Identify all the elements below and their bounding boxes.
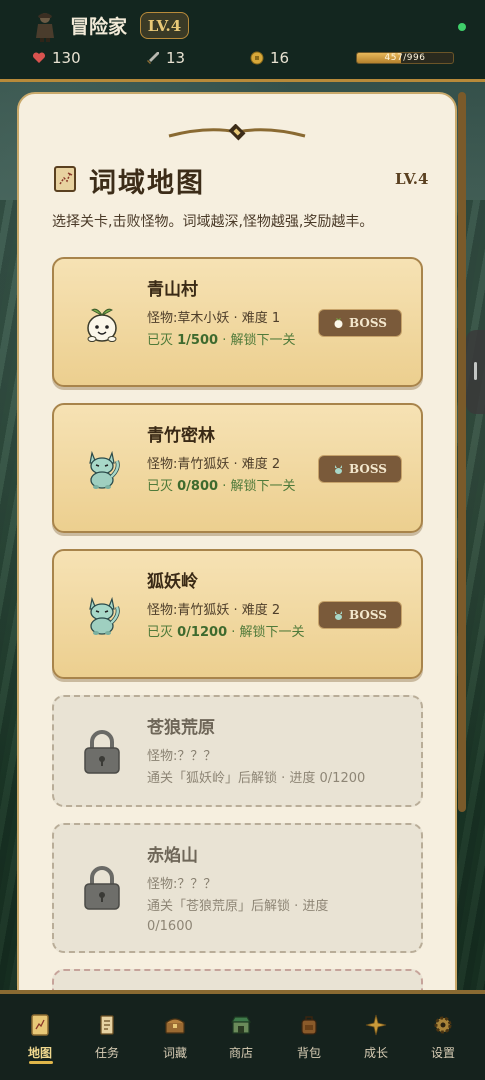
side-drawer-handle[interactable] xyxy=(466,330,485,414)
player-name: 冒险家 xyxy=(70,16,128,38)
stage-card-canglanghuangyuan-locked[interactable]: 苍狼荒原 怪物:？？？ 通关「狐妖岭」后解锁 · 进度 0/1200 xyxy=(52,695,423,807)
stage-name: 苍狼荒原 xyxy=(147,718,215,738)
top-status-bar: 冒险家 LV.4 130 13 16 457/996 xyxy=(0,0,485,82)
stage-name: 狐妖岭 xyxy=(147,572,198,592)
fox-spirit-icon xyxy=(335,610,343,620)
stage-name: 青山村 xyxy=(147,280,198,300)
nav-label: 背包 xyxy=(296,1046,321,1060)
adventurer-avatar[interactable] xyxy=(32,10,58,42)
coins-value: 16 xyxy=(270,49,290,67)
nav-item-collection[interactable]: 词藏 xyxy=(150,1014,200,1061)
fox-spirit-icon xyxy=(89,596,120,635)
boss-button[interactable]: BOSS xyxy=(318,601,402,629)
experience-text: 457/996 xyxy=(384,53,426,63)
map-scroll-icon xyxy=(31,1014,49,1036)
nav-label: 设置 xyxy=(430,1046,455,1060)
treasure-chest-icon xyxy=(165,1018,185,1034)
nav-item-settings[interactable]: 设置 xyxy=(418,1014,468,1061)
gear-icon xyxy=(434,1016,452,1034)
sword-icon xyxy=(147,52,159,64)
hp-value: 130 xyxy=(52,49,81,67)
stage-card-qingzhumilin[interactable]: 青竹密林 怪物:青竹狐妖 · 难度 2 已灭 0/800 · 解锁下一关 BOS… xyxy=(52,403,423,533)
panel-title: 词域地图 xyxy=(89,168,205,199)
sprout-spirit-icon xyxy=(334,317,343,328)
unlock-requirement: 通关「狐妖岭」后解锁 · 进度 0/1200 xyxy=(147,771,366,786)
player-level-badge: LV.4 xyxy=(140,12,189,39)
nav-label: 词藏 xyxy=(162,1046,187,1060)
title-ornament xyxy=(168,124,306,141)
stage-card-qingshancun[interactable]: 青山村 怪物:草木小妖 · 难度 1 已灭 1/500 · 解锁下一关 BOSS xyxy=(52,257,423,387)
nav-item-backpack[interactable]: 背包 xyxy=(284,1014,334,1061)
attack-stat: 13 xyxy=(146,49,185,67)
map-scroll-icon xyxy=(54,166,76,192)
stage-card-huyaoling[interactable]: 狐妖岭 怪物:青竹狐妖 · 难度 2 已灭 0/1200 · 解锁下一关 BOS… xyxy=(52,549,423,679)
heart-icon xyxy=(32,52,46,63)
stage-info: 怪物:草木小妖 · 难度 1 xyxy=(147,311,281,326)
nav-label: 地图 xyxy=(27,1046,52,1060)
coins-stat: 16 xyxy=(250,49,289,67)
lock-icon xyxy=(84,866,120,910)
unlock-requirement: 通关「苍狼荒原」后解锁 · 进度 0/1600 xyxy=(147,899,329,934)
fox-spirit-icon xyxy=(89,450,120,489)
fox-spirit-icon xyxy=(335,464,343,474)
quest-scroll-icon xyxy=(100,1015,114,1035)
experience-bar: 457/996 xyxy=(356,52,454,64)
nav-item-quests[interactable]: 任务 xyxy=(82,1014,132,1061)
panel-description: 选择关卡,击败怪物。词域越深,怪物越强,奖励越丰。 xyxy=(52,214,374,230)
nav-item-shop[interactable]: 商店 xyxy=(216,1014,266,1061)
stage-info: 怪物:？？？ xyxy=(147,749,217,764)
boss-button[interactable]: BOSS xyxy=(318,309,402,337)
stage-progress: 已灭 0/800 · 解锁下一关 xyxy=(147,479,296,494)
stage-card-chiyanshan-locked[interactable]: 赤焰山 怪物:？？？ 通关「苍狼荒原」后解锁 · 进度 0/1600 xyxy=(52,823,423,953)
stage-progress: 已灭 0/1200 · 解锁下一关 xyxy=(147,625,305,640)
stage-name: 青竹密林 xyxy=(147,426,215,446)
active-nav-indicator xyxy=(29,1061,53,1064)
nav-item-map[interactable]: 地图 xyxy=(15,1014,65,1061)
coin-icon xyxy=(250,51,264,65)
boss-button[interactable]: BOSS xyxy=(318,455,402,483)
stage-info: 怪物:青竹狐妖 · 难度 2 xyxy=(147,457,281,472)
nav-label: 任务 xyxy=(94,1046,119,1060)
panel-level: LV.4 xyxy=(395,170,429,188)
panel-scrollbar[interactable] xyxy=(458,92,466,812)
sparkle-star-icon xyxy=(365,1014,387,1036)
shop-stall-icon xyxy=(230,1016,252,1034)
hp-stat: 130 xyxy=(32,49,81,67)
stage-info: 怪物:青竹狐妖 · 难度 2 xyxy=(147,603,281,618)
lock-icon xyxy=(84,730,120,774)
nav-label: 商店 xyxy=(228,1046,253,1060)
map-panel: 词域地图 LV.4 选择关卡,击败怪物。词域越深,怪物越强,奖励越丰。 青山村 … xyxy=(17,92,457,1052)
bottom-navigation: 地图 任务 词藏 商店 背包 成长 设置 xyxy=(0,990,485,1080)
stage-name: 赤焰山 xyxy=(147,846,198,866)
backpack-icon xyxy=(301,1016,317,1035)
stage-progress: 已灭 1/500 · 解锁下一关 xyxy=(147,333,296,348)
nav-item-growth[interactable]: 成长 xyxy=(351,1014,401,1061)
online-status-dot xyxy=(458,23,466,31)
attack-value: 13 xyxy=(166,49,186,67)
sprout-spirit-icon xyxy=(87,308,117,342)
stage-info: 怪物:？？？ xyxy=(147,877,217,892)
nav-label: 成长 xyxy=(363,1046,388,1060)
